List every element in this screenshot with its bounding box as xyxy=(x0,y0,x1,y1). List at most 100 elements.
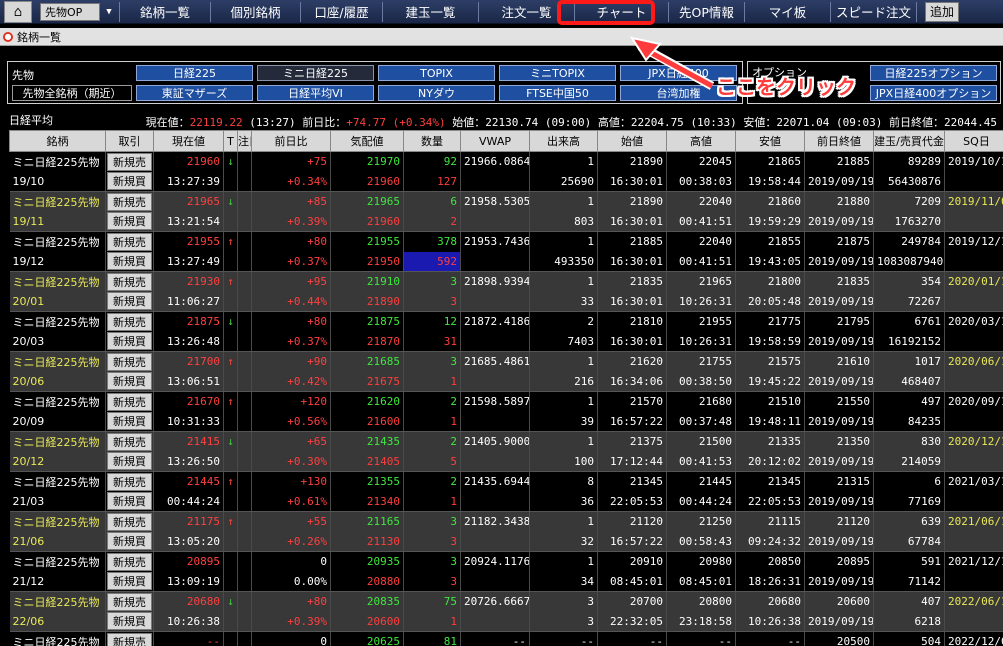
watch-cell[interactable] xyxy=(237,531,252,552)
menu-my-board[interactable]: マイ板 xyxy=(745,1,831,22)
menu-stock-list[interactable]: 銘柄一覧 xyxy=(119,1,211,22)
table-row[interactable]: ミニ日経225先物 新規売 21175 ↑ +55 21165 3 21182.3438 1 21… xyxy=(9,511,1003,532)
watch-cell[interactable] xyxy=(237,451,252,472)
sell-button[interactable]: 新規売 xyxy=(107,632,152,646)
bid-price[interactable]: 21340 xyxy=(330,491,404,512)
filter-nikkei225[interactable]: 日経225 xyxy=(136,65,253,81)
sell-button[interactable]: 新規売 xyxy=(107,312,152,331)
watch-cell[interactable] xyxy=(237,211,252,232)
ask-price[interactable]: 20835 xyxy=(330,591,404,612)
filter-jpx400-options[interactable]: JPX日経400オプション xyxy=(870,85,997,101)
table-row-sub[interactable]: 21/03 新規買 00:44:24 +0.61% 21340 1 36 22:05:53 00… xyxy=(9,491,1003,512)
table-row-sub[interactable]: 19/12 新規買 13:27:49 +0.37% 21950 592 493350 16:3… xyxy=(9,251,1003,272)
buy-button[interactable]: 新規買 xyxy=(107,372,152,391)
watch-cell[interactable] xyxy=(237,311,252,332)
menu-orders[interactable]: 注文一覧 xyxy=(479,1,575,22)
ask-price[interactable]: 20935 xyxy=(330,551,404,572)
sell-button[interactable]: 新規売 xyxy=(107,272,152,291)
watch-cell[interactable] xyxy=(237,371,252,392)
filter-topix[interactable]: TOPIX xyxy=(378,65,495,81)
ask-price[interactable]: 21875 xyxy=(330,311,404,332)
filter-ny-dow[interactable]: NYダウ xyxy=(378,85,495,101)
ask-price[interactable]: 21910 xyxy=(330,271,404,292)
sell-button[interactable]: 新規売 xyxy=(107,152,152,171)
sell-button[interactable]: 新規売 xyxy=(107,352,152,371)
header-col-high[interactable]: 高値 xyxy=(666,130,736,152)
buy-button[interactable]: 新規買 xyxy=(107,292,152,311)
watch-cell[interactable] xyxy=(237,291,252,312)
header-col-volume[interactable]: 出来高 xyxy=(529,130,598,152)
filter-mothers[interactable]: 東証マザーズ xyxy=(136,85,253,101)
buy-button[interactable]: 新規買 xyxy=(107,452,152,471)
market-select[interactable]: 先物OP xyxy=(40,2,100,21)
header-col-sq-date[interactable]: SQ日 xyxy=(944,130,1003,152)
table-row[interactable]: ミニ日経225先物 新規売 21930 ↑ +95 21910 3 21898.9394 1 21… xyxy=(9,271,1003,292)
watch-cell[interactable] xyxy=(237,591,252,612)
buy-button[interactable]: 新規買 xyxy=(107,172,152,191)
header-col-trade[interactable]: 取引 xyxy=(105,130,154,152)
sell-button[interactable]: 新規売 xyxy=(107,512,152,531)
table-row-sub[interactable]: 22/06 新規買 10:26:38 +0.39% 20600 1 3 22:32:05 23:… xyxy=(9,611,1003,632)
menu-positions[interactable]: 建玉一覧 xyxy=(383,1,479,22)
table-row[interactable]: ミニ日経225先物 新規売 20895 0 20935 3 20924.1176 1 20910… xyxy=(9,551,1003,572)
bid-price[interactable]: 21870 xyxy=(330,331,404,352)
menu-chart[interactable]: チャート xyxy=(575,1,669,22)
sell-button[interactable]: 新規売 xyxy=(107,592,152,611)
watch-cell[interactable] xyxy=(237,191,252,212)
bid-price[interactable]: 21950 xyxy=(330,251,404,272)
watch-cell[interactable] xyxy=(237,271,252,292)
header-col-price[interactable]: 現在値 xyxy=(153,130,224,152)
ask-price[interactable]: 20625 xyxy=(330,631,404,646)
tab-stock-list[interactable]: 銘柄一覧 xyxy=(17,29,61,45)
filter-nikkei-vi[interactable]: 日経平均VI xyxy=(257,85,374,101)
table-row[interactable]: ミニ日経225先物 新規売 21965 ↓ +85 21965 6 21958.5305 1 21… xyxy=(9,191,1003,212)
watch-cell[interactable] xyxy=(237,391,252,412)
filter-nikkei225-options[interactable]: 日経225オプション xyxy=(870,65,997,81)
sell-button[interactable]: 新規売 xyxy=(107,192,152,211)
ask-price[interactable]: 21620 xyxy=(330,391,404,412)
home-button[interactable]: ⌂ xyxy=(4,0,32,23)
sell-button[interactable]: 新規売 xyxy=(107,392,152,411)
table-row[interactable]: ミニ日経225先物 新規売 21700 ↑ +90 21685 3 21685.4861 1 21… xyxy=(9,351,1003,372)
header-col-vwap[interactable]: VWAP xyxy=(460,130,530,152)
table-row-sub[interactable]: 20/09 新規買 10:31:33 +0.56% 21600 1 39 16:57:22 00… xyxy=(9,411,1003,432)
header-col-low[interactable]: 安値 xyxy=(735,130,805,152)
ask-price[interactable]: 21685 xyxy=(330,351,404,372)
buy-button[interactable]: 新規買 xyxy=(107,612,152,631)
bid-price[interactable]: 21960 xyxy=(330,171,404,192)
watch-cell[interactable] xyxy=(237,491,252,512)
sell-button[interactable]: 新規売 xyxy=(107,552,152,571)
table-row[interactable]: ミニ日経225先物 新規売 21960 ↓ +75 21970 92 21966.0864 1 2… xyxy=(9,151,1003,172)
bid-price[interactable]: 20880 xyxy=(330,571,404,592)
sell-button[interactable]: 新規売 xyxy=(107,232,152,251)
table-row-sub[interactable]: 20/03 新規買 13:26:48 +0.37% 21870 31 7403 16:30:0… xyxy=(9,331,1003,352)
header-col-tick[interactable]: T xyxy=(223,130,238,152)
ask-price[interactable]: 21955 xyxy=(330,231,404,252)
watch-cell[interactable] xyxy=(237,611,252,632)
bid-price[interactable]: 21405 xyxy=(330,451,404,472)
table-row-sub[interactable]: 20/01 新規買 11:06:27 +0.44% 21890 3 33 16:30:01 10… xyxy=(9,291,1003,312)
watch-cell[interactable] xyxy=(237,151,252,172)
ask-price[interactable]: 21355 xyxy=(330,471,404,492)
table-row[interactable]: ミニ日経225先物 新規売 -- 0 20625 81 -- -- -- -- -- 20500 504… xyxy=(9,631,1003,646)
watch-cell[interactable] xyxy=(237,571,252,592)
filter-ftse-china50[interactable]: FTSE中国50 xyxy=(499,85,616,101)
menu-individual-stock[interactable]: 個別銘柄 xyxy=(211,1,301,22)
ask-price[interactable]: 21965 xyxy=(330,191,404,212)
table-row-sub[interactable]: 21/06 新規買 13:05:20 +0.26% 21130 3 32 16:57:22 00… xyxy=(9,531,1003,552)
sell-button[interactable]: 新規売 xyxy=(107,472,152,491)
add-button[interactable]: 追加 xyxy=(925,1,959,22)
table-row[interactable]: ミニ日経225先物 新規売 21445 ↑ +130 21355 2 21435.6944 8 2… xyxy=(9,471,1003,492)
watch-cell[interactable] xyxy=(237,431,252,452)
bid-price[interactable]: 21890 xyxy=(330,291,404,312)
table-row-sub[interactable]: 19/10 新規買 13:27:39 +0.34% 21960 127 25690 16:30… xyxy=(9,171,1003,192)
chevron-down-icon[interactable]: ▼ xyxy=(103,7,115,17)
header-col-open[interactable]: 始値 xyxy=(597,130,667,152)
menu-account-history[interactable]: 口座/履歴 xyxy=(301,1,383,22)
quote-table-container[interactable]: 銘柄取引現在値T注目前日比気配値数量VWAP出来高始値高値安値前日終値建玉/売買… xyxy=(9,130,1003,646)
ask-price[interactable]: 21435 xyxy=(330,431,404,452)
watch-cell[interactable] xyxy=(237,251,252,272)
header-col-change[interactable]: 前日比 xyxy=(251,130,331,152)
table-row-sub[interactable]: 21/12 新規買 13:09:19 0.00% 20880 3 34 08:45:01 08:… xyxy=(9,571,1003,592)
watch-cell[interactable] xyxy=(237,631,252,646)
